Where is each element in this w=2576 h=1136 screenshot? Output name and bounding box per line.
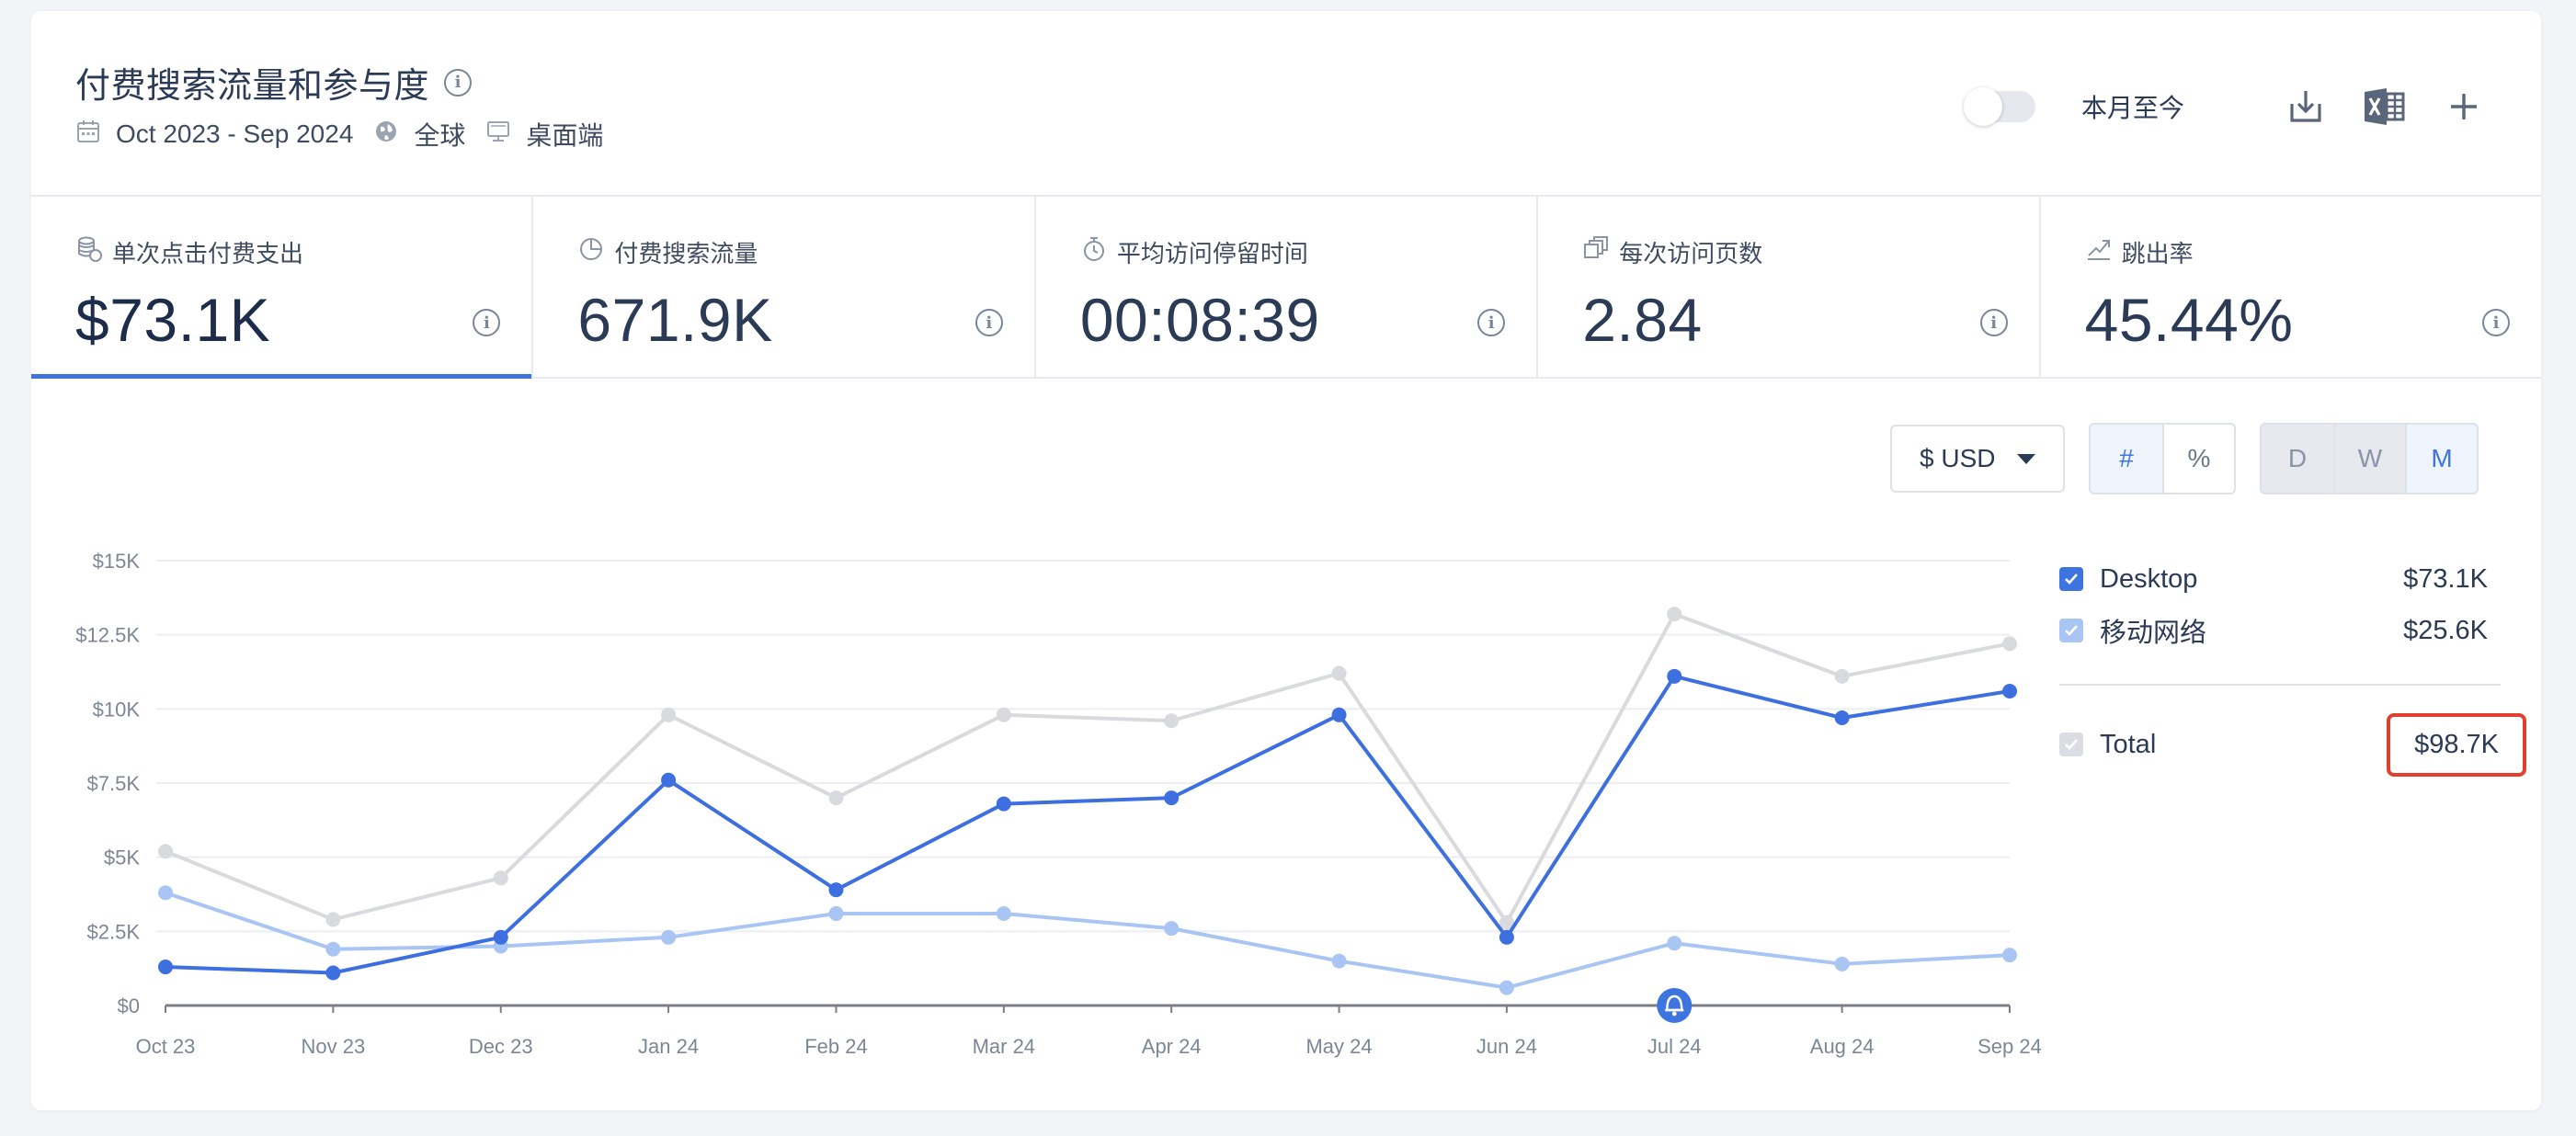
paid-search-card: 付费搜索流量和参与度 i Oct 2023 - Sep 2024 全球 桌面端 … (31, 11, 2541, 1110)
data-point-total (1667, 607, 1682, 622)
legend-label: Total (2100, 729, 2157, 759)
checkbox-checked-icon[interactable] (2059, 567, 2083, 591)
data-point-total (996, 707, 1011, 722)
data-point-total (1331, 665, 1347, 681)
data-point-mobile (158, 885, 173, 901)
data-point-mobile (1331, 953, 1347, 969)
x-tick-label: May 24 (1305, 1035, 1372, 1058)
data-point-total (493, 870, 508, 886)
x-tick-label: Mar 24 (973, 1035, 1035, 1058)
data-point-total (1834, 668, 1850, 684)
data-point-desktop (1834, 710, 1850, 726)
data-point-total (828, 790, 844, 806)
data-point-mobile (1834, 956, 1850, 971)
legend-value: $25.6K (2403, 615, 2488, 645)
data-point-total (2002, 636, 2017, 652)
metric-label: 跳出率 (2121, 240, 2194, 267)
checkbox-checked-icon[interactable] (2059, 619, 2083, 642)
unit-toggle: # % (2089, 423, 2236, 494)
series-line-total (165, 612, 2011, 925)
chart-legend: Desktop $73.1K 移动网络 $25.6K Total $98.7K (2059, 553, 2526, 777)
data-point-mobile (828, 905, 844, 921)
data-point-mobile (996, 905, 1011, 921)
data-point-desktop (996, 796, 1011, 812)
metric-tab-bounce-rate[interactable]: 跳出率 45.44% i (2041, 195, 2541, 377)
download-icon[interactable] (2284, 85, 2328, 129)
data-point-desktop (158, 960, 173, 975)
data-point-desktop (1164, 790, 1180, 806)
data-point-total (158, 844, 173, 859)
bounce-arrow-icon (2085, 235, 2113, 269)
data-point-desktop (1331, 707, 1347, 722)
checkbox-checked-icon[interactable] (2059, 733, 2083, 756)
data-point-desktop (828, 882, 844, 898)
series-line-mobile (165, 891, 2011, 990)
period-month-button[interactable]: M (2405, 425, 2477, 493)
data-point-mobile (1667, 936, 1682, 951)
data-point-mobile (325, 941, 341, 957)
x-tick-label: Dec 23 (469, 1035, 533, 1058)
data-point-mobile (1164, 921, 1180, 937)
period-week-button[interactable]: W (2333, 425, 2405, 493)
y-tick-label: $12.5K (75, 624, 140, 647)
total-value-highlighted: $98.7K (2387, 712, 2526, 777)
period-day-button[interactable]: D (2262, 425, 2333, 493)
y-tick-label: $5K (104, 846, 140, 869)
data-point-mobile (2002, 948, 2017, 963)
x-tick-label: Jan 24 (638, 1035, 699, 1058)
bell-icon-clapper (1671, 1011, 1677, 1017)
legend-value: $73.1K (2403, 563, 2488, 594)
x-tick-label: Jun 24 (1476, 1035, 1537, 1058)
data-point-mobile (661, 929, 677, 945)
data-point-total (661, 707, 677, 722)
data-point-desktop (325, 965, 341, 981)
x-tick-label: Apr 24 (1142, 1035, 1202, 1058)
y-tick-label: $10K (93, 698, 141, 721)
series-line-desktop (165, 674, 2011, 975)
data-point-desktop (493, 929, 508, 945)
x-tick-label: Aug 24 (1810, 1035, 1875, 1058)
y-tick-label: $0 (118, 994, 140, 1017)
y-tick-label: $2.5K (87, 920, 141, 943)
data-point-desktop (1499, 929, 1514, 945)
data-point-total (1164, 713, 1180, 729)
x-tick-label: Oct 23 (136, 1035, 196, 1058)
legend-item-mobile[interactable]: 移动网络 $25.6K (2059, 605, 2501, 656)
legend-label: 移动网络 (2100, 619, 2207, 648)
x-tick-label: Jul 24 (1647, 1035, 1702, 1058)
unit-percent-button[interactable]: % (2162, 425, 2234, 493)
plus-icon[interactable] (2442, 85, 2486, 129)
y-tick-label: $15K (93, 550, 141, 573)
excel-icon[interactable] (2363, 85, 2407, 129)
data-point-desktop (2002, 683, 2017, 699)
data-point-desktop (1667, 668, 1682, 684)
x-tick-label: Sep 24 (1978, 1035, 2042, 1058)
data-point-desktop (661, 772, 677, 788)
line-chart: $0 $2.5K $5K $7.5K $10K $12.5K $15K Oct 23 Nov 2… (75, 550, 2042, 1058)
period-toggle: D W M (2260, 423, 2479, 494)
legend-item-total[interactable]: Total $98.7K (2059, 712, 2526, 777)
info-icon[interactable]: i (2482, 309, 2511, 336)
legend-divider (2059, 684, 2501, 686)
chart-area: $0 $2.5K $5K $7.5K $10K $12.5K $15K Oct 23 Nov 2… (31, 11, 2054, 1110)
unit-count-button[interactable]: # (2091, 425, 2162, 493)
month-to-date-label: 本月至今 (2080, 94, 2184, 122)
x-tick-label: Nov 23 (302, 1035, 366, 1058)
legend-item-desktop[interactable]: Desktop $73.1K (2059, 553, 2501, 605)
data-point-total (325, 912, 341, 927)
metric-value: 45.44% (2084, 286, 2294, 354)
x-tick-label: Feb 24 (804, 1035, 868, 1058)
legend-label: Desktop (2100, 563, 2198, 594)
data-point-mobile (1499, 980, 1514, 995)
bell-icon (1657, 988, 1693, 1023)
y-tick-label: $7.5K (87, 772, 141, 795)
